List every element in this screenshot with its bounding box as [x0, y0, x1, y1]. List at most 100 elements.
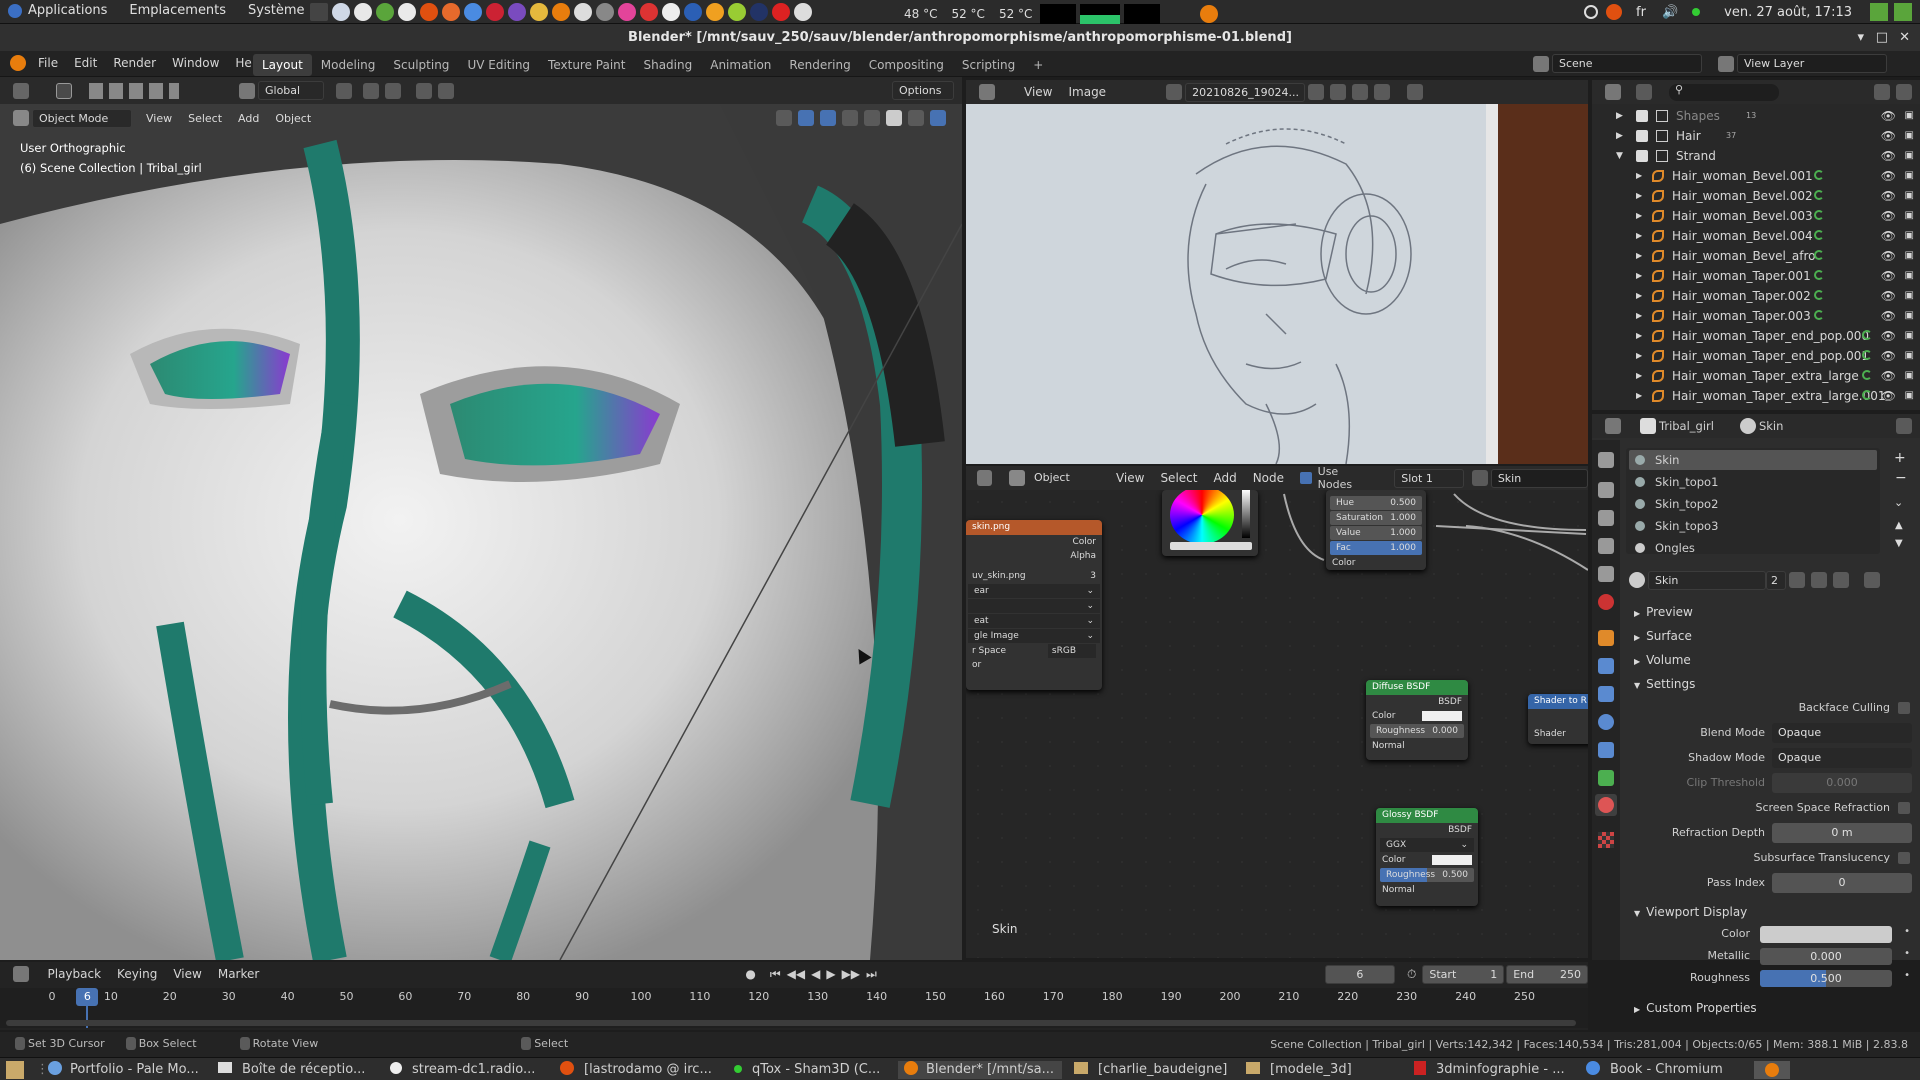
3d-viewport[interactable] — [0, 104, 962, 960]
fake-user-icon[interactable] — [1789, 572, 1805, 588]
expand-icon[interactable]: ▶ — [1636, 226, 1642, 246]
pass-index-field[interactable]: 0 — [1772, 873, 1912, 893]
app-blue2-icon[interactable] — [684, 3, 702, 21]
backface-culling-checkbox[interactable] — [1898, 702, 1910, 714]
view-layer-field[interactable]: View Layer — [1737, 54, 1887, 73]
outliner-row[interactable]: ▼ Strand 👁 ▣ — [1592, 146, 1920, 166]
link-mode-icon[interactable] — [1864, 572, 1880, 588]
task-qtox[interactable]: qTox - Sham3D (C... — [734, 1061, 894, 1079]
panel-preview[interactable]: ▶ Preview — [1620, 600, 1920, 624]
task-folder-modele[interactable]: [modele_3d] — [1246, 1061, 1406, 1079]
eye-icon[interactable]: 👁 — [1881, 166, 1896, 186]
sss-checkbox[interactable] — [1898, 852, 1910, 864]
options-dropdown[interactable]: Options — [892, 81, 954, 100]
texture-tab-icon[interactable] — [1598, 832, 1614, 848]
timeline-menu-marker[interactable]: Marker — [218, 967, 259, 981]
vd-color-swatch[interactable] — [1760, 926, 1892, 943]
proportional-icon[interactable] — [416, 82, 432, 99]
editor-type-image-icon[interactable] — [979, 84, 995, 100]
camera-icon[interactable]: ▣ — [1905, 366, 1914, 386]
constraints-tab-icon[interactable] — [1598, 742, 1614, 758]
image-source-select[interactable]: gle Image ⌄ — [968, 629, 1100, 643]
outliner-row[interactable]: ▶ Hair_woman_Bevel_afro 👁 ▣ — [1592, 246, 1920, 266]
color-swatch[interactable] — [1170, 542, 1252, 550]
add-workspace-button[interactable]: + — [1024, 54, 1052, 76]
editor-type-3d-icon[interactable] — [13, 82, 29, 99]
shading-wire-icon[interactable] — [864, 110, 880, 126]
material-slot-item[interactable]: Skin_topo2 — [1629, 494, 1877, 514]
camera-icon[interactable]: ▣ — [1905, 106, 1914, 126]
app-navy-icon[interactable] — [750, 3, 768, 21]
tab-layout[interactable]: Layout — [253, 54, 312, 76]
stopwatch-icon[interactable]: ⏱ — [1407, 967, 1416, 982]
camera-icon[interactable]: ▣ — [1905, 126, 1914, 146]
outliner-row[interactable]: ▶ Shapes 13 👁 ▣ — [1592, 106, 1920, 126]
material-slot-item[interactable]: Skin_topo3 — [1629, 516, 1877, 536]
browser-icon[interactable] — [332, 3, 350, 21]
overlay-icon[interactable] — [820, 110, 836, 126]
task-blender[interactable]: Blender* [/mnt/sa... — [898, 1061, 1062, 1079]
task-3dminfographie[interactable]: 3dminfographie - ... — [1414, 1061, 1578, 1079]
color-wheel-node[interactable] — [1162, 490, 1258, 556]
expand-icon[interactable]: ▶ — [1636, 186, 1642, 206]
blender-logo-icon[interactable] — [10, 55, 26, 71]
app-white-icon[interactable] — [574, 3, 592, 21]
close-window-button[interactable]: ✕ — [1899, 24, 1910, 51]
files-icon[interactable] — [354, 3, 372, 21]
camera-icon[interactable]: ▣ — [1905, 266, 1914, 286]
camera-icon[interactable]: ▣ — [1905, 286, 1914, 306]
material-browse-icon[interactable] — [1629, 572, 1645, 588]
hsv-node[interactable]: Hue 0.500 Saturation 1.000 Value 1.000 Fac 1… — [1326, 490, 1426, 570]
updates-icon[interactable] — [1870, 3, 1888, 21]
eye-icon[interactable]: 👁 — [1881, 346, 1896, 366]
pin-icon[interactable] — [1896, 418, 1912, 434]
blend-mode-select[interactable]: Opaque — [1772, 723, 1912, 743]
gizmo-icon[interactable] — [798, 110, 814, 126]
outliner-row[interactable]: ▶ Hair_woman_Taper_extra_large.001 👁 ▣ — [1592, 386, 1920, 406]
shading-solid-icon[interactable] — [886, 110, 902, 126]
node-editor[interactable]: Hue 0.500 Saturation 1.000 Value 1.000 Fac 1… — [966, 490, 1588, 958]
keyframe-dot-icon[interactable]: • — [1904, 970, 1910, 981]
visibility-icon[interactable] — [776, 110, 792, 126]
app-red2-icon[interactable] — [772, 3, 790, 21]
play-reverse-icon[interactable]: ◀ — [811, 967, 820, 981]
app-dark-icon[interactable] — [398, 3, 416, 21]
image-name-field[interactable]: 20210826_19024... — [1185, 82, 1306, 102]
firefox-icon[interactable] — [442, 3, 460, 21]
new-collection-icon[interactable] — [1896, 84, 1912, 100]
image-interp-select[interactable]: ear ⌄ — [968, 584, 1100, 598]
vd-roughness-row[interactable]: Roughness 0.500 • — [1620, 968, 1920, 990]
glossy-distribution-select[interactable]: GGX ⌄ — [1380, 838, 1474, 852]
tab-shading[interactable]: Shading — [634, 54, 701, 76]
task-chromium[interactable]: Book - Chromium — [1586, 1061, 1746, 1079]
show-desktop-icon[interactable] — [6, 1061, 24, 1079]
current-frame-field[interactable]: 6 — [1324, 964, 1396, 984]
diffuse-roughness-row[interactable]: Roughness 0.000 — [1370, 724, 1464, 738]
fake-user-icon[interactable] — [1308, 84, 1325, 100]
particles-tab-icon[interactable] — [1598, 686, 1614, 702]
output-tab-icon[interactable] — [1598, 510, 1614, 526]
camera-icon[interactable]: ▣ — [1905, 186, 1914, 206]
eye-icon[interactable]: 👁 — [1881, 146, 1896, 166]
expand-icon[interactable]: ▶ — [1636, 346, 1642, 366]
expand-icon[interactable]: ▶ — [1616, 126, 1623, 146]
slot-select[interactable]: Slot 1 — [1394, 468, 1465, 488]
outliner-row[interactable]: ▶ Hair_woman_Taper.001 👁 ▣ — [1592, 266, 1920, 286]
node-menu-add[interactable]: Add — [1213, 471, 1236, 485]
outliner-row[interactable]: ▶ Hair_woman_Bevel.003 👁 ▣ — [1592, 206, 1920, 226]
app-white2-icon[interactable] — [794, 3, 812, 21]
app-orange-icon[interactable] — [420, 3, 438, 21]
app-yellow-icon[interactable] — [530, 3, 548, 21]
material-slot-item[interactable]: Skin — [1629, 450, 1877, 470]
exclude-checkbox[interactable] — [1636, 130, 1648, 142]
move-slot-up-icon[interactable]: ▲ — [1895, 520, 1903, 531]
breadcrumb-object[interactable]: Tribal_girl — [1659, 419, 1714, 433]
data-tab-icon[interactable] — [1598, 770, 1614, 786]
expand-icon[interactable]: ▶ — [1636, 386, 1642, 406]
app-pink-icon[interactable] — [618, 3, 636, 21]
menu-file[interactable]: File — [38, 56, 58, 70]
outliner-row[interactable]: ▶ Hair 37 👁 ▣ — [1592, 126, 1920, 146]
task-folder-charlie[interactable]: [charlie_baudeigne] — [1074, 1061, 1238, 1079]
expand-icon[interactable]: ▶ — [1636, 326, 1642, 346]
eye-icon[interactable]: 👁 — [1881, 386, 1896, 406]
